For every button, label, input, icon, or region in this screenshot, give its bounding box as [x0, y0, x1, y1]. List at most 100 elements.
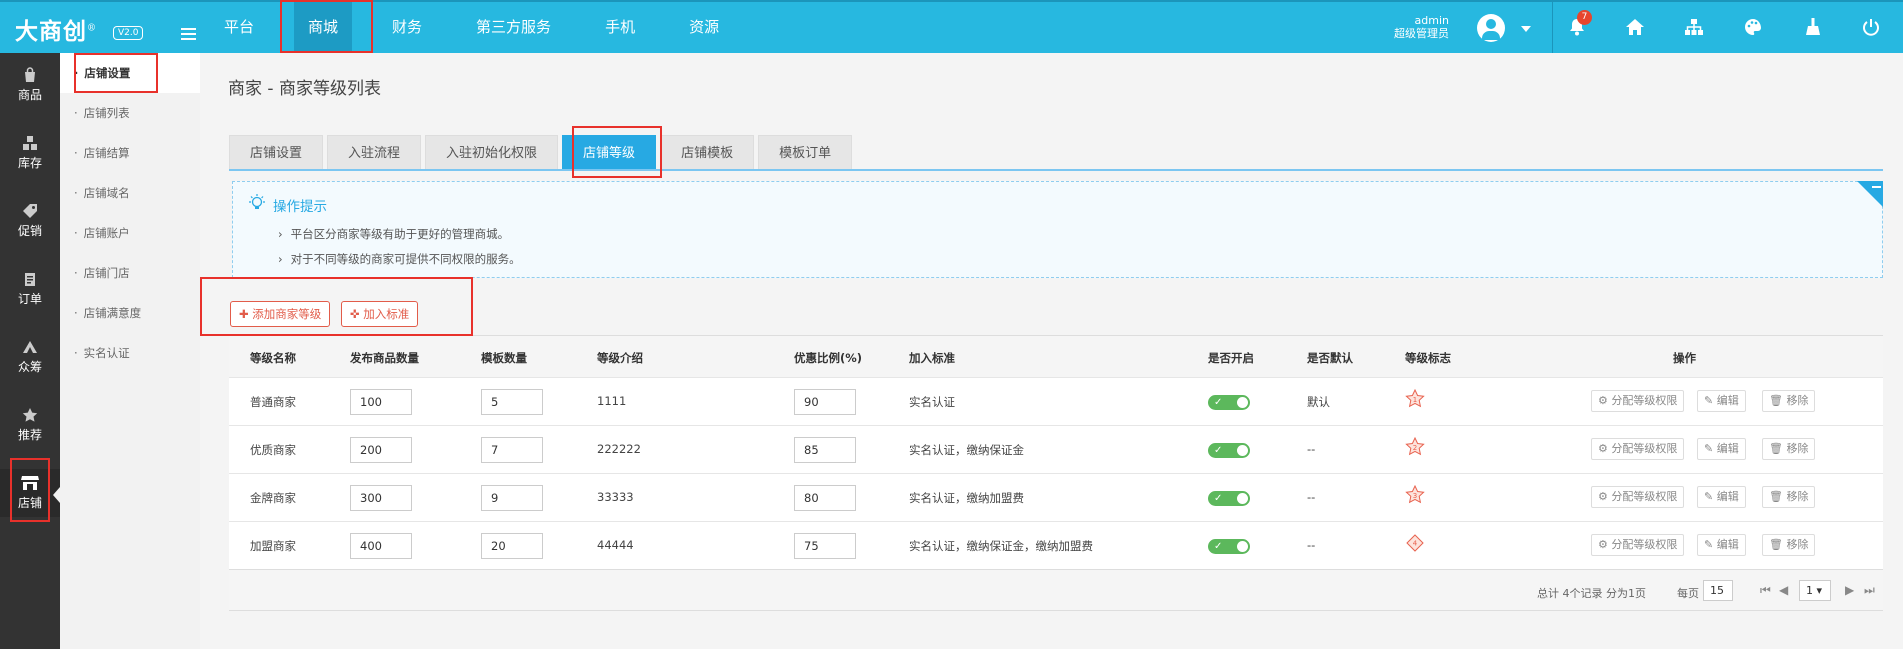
assign-permissions-button[interactable]: ⚙ 分配等级权限 — [1591, 486, 1685, 508]
menu-toggle-icon[interactable] — [181, 28, 196, 41]
edit-button[interactable]: ✎ 编辑 — [1697, 438, 1746, 460]
level-star-icon: 3 — [1405, 485, 1425, 504]
tips-title: 操作提示 — [273, 199, 327, 215]
discount-input[interactable]: 85 — [794, 437, 856, 463]
enabled-toggle[interactable] — [1208, 443, 1250, 458]
tip-item: 对于不同等级的商家可提供不同权限的服务。 — [278, 251, 521, 267]
submenu-store-account[interactable]: 店铺账户 — [60, 213, 200, 253]
nav-finance[interactable]: 财务 — [378, 2, 436, 53]
edit-icon: ✎ — [1704, 442, 1717, 455]
enabled-toggle[interactable] — [1208, 395, 1250, 410]
goods-count-input[interactable]: 400 — [350, 533, 412, 559]
template-count-input[interactable]: 7 — [481, 437, 543, 463]
assign-permissions-button[interactable]: ⚙ 分配等级权限 — [1591, 438, 1685, 460]
discount-input[interactable]: 75 — [794, 533, 856, 559]
page-title: 商家 - 商家等级列表 — [228, 79, 381, 99]
assign-permissions-button[interactable]: ⚙ 分配等级权限 — [1591, 390, 1685, 412]
notification-badge: 7 — [1577, 10, 1592, 25]
remove-button[interactable]: 🗑 移除 — [1762, 534, 1816, 556]
table-row: 金牌商家 300 9 33333 80 实名认证，缴纳加盟费 -- 3 ⚙ 分配… — [229, 473, 1883, 521]
submenu-store-satisfaction[interactable]: 店铺满意度 — [60, 293, 200, 333]
nav-platform[interactable]: 平台 — [210, 2, 268, 53]
remove-button[interactable]: 🗑 移除 — [1762, 390, 1816, 412]
tab-underline — [229, 169, 1883, 171]
goods-count-input[interactable]: 100 — [350, 389, 412, 415]
submenu-store-branch[interactable]: 店铺门店 — [60, 253, 200, 293]
prev-page-icon[interactable]: ◀ — [1779, 583, 1788, 597]
power-icon[interactable] — [1859, 15, 1883, 39]
table-footer: 总计 4个记录 分为1页 每页 15 ⏮ ◀ 1 ▾ ▶ ⏭ — [229, 569, 1883, 611]
sidebar-item-goods[interactable]: 商品 — [0, 61, 60, 109]
edit-button[interactable]: ✎ 编辑 — [1697, 486, 1746, 508]
submenu-store-settlement[interactable]: 店铺结算 — [60, 133, 200, 173]
discount-input[interactable]: 90 — [794, 389, 856, 415]
tips-panel: 操作提示 平台区分商家等级有助于更好的管理商城。 对于不同等级的商家可提供不同权… — [232, 181, 1883, 278]
nav-mobile[interactable]: 手机 — [591, 2, 649, 53]
chevron-down-icon[interactable] — [1521, 26, 1531, 32]
template-count-input[interactable]: 9 — [481, 485, 543, 511]
edit-button[interactable]: ✎ 编辑 — [1697, 390, 1746, 412]
tab-init-permissions[interactable]: 入驻初始化权限 — [425, 135, 559, 170]
sidebar-item-promotion[interactable]: 促销 — [0, 197, 60, 245]
sidebar-item-orders[interactable]: 订单 — [0, 265, 60, 313]
remove-button[interactable]: 🗑 移除 — [1762, 438, 1816, 460]
edit-button[interactable]: ✎ 编辑 — [1697, 534, 1746, 556]
first-page-icon[interactable]: ⏮ — [1760, 583, 1771, 598]
sitemap-icon[interactable] — [1682, 15, 1706, 39]
submenu-store-domain[interactable]: 店铺域名 — [60, 173, 200, 213]
template-count-input[interactable]: 20 — [481, 533, 543, 559]
col-badge: 等级标志 — [1405, 351, 1451, 365]
remove-button[interactable]: 🗑 移除 — [1762, 486, 1816, 508]
avatar[interactable] — [1477, 14, 1505, 42]
gear-icon: ⚙ — [1598, 394, 1612, 407]
enabled-toggle[interactable] — [1208, 539, 1250, 554]
page-select[interactable]: 1 ▾ — [1799, 580, 1831, 601]
cubes-icon — [23, 136, 37, 150]
tag-icon — [23, 204, 37, 218]
highlight-box — [10, 458, 50, 522]
collapse-tips-icon[interactable] — [1857, 181, 1883, 207]
logo[interactable]: 大商创® — [15, 12, 97, 46]
edit-icon: ✎ — [1704, 490, 1717, 503]
last-page-icon[interactable]: ⏭ — [1864, 583, 1875, 598]
discount-input[interactable]: 80 — [794, 485, 856, 511]
nav-third-party[interactable]: 第三方服务 — [462, 2, 565, 53]
col-level-name: 等级名称 — [250, 351, 296, 365]
next-page-icon[interactable]: ▶ — [1845, 583, 1854, 597]
per-page-input[interactable]: 15 — [1703, 580, 1733, 601]
sidebar-item-stock[interactable]: 库存 — [0, 129, 60, 177]
user-role: 超级管理员 — [1394, 27, 1449, 40]
sub-menu: 店铺设置 店铺列表 店铺结算 店铺域名 店铺账户 店铺门店 店铺满意度 实名认证 — [60, 53, 201, 649]
tab-store-settings[interactable]: 店铺设置 — [229, 135, 324, 170]
palette-icon[interactable] — [1741, 15, 1765, 39]
sidebar-item-crowdfunding[interactable]: 众筹 — [0, 333, 60, 381]
assign-permissions-button[interactable]: ⚙ 分配等级权限 — [1591, 534, 1685, 556]
level-intro: 33333 — [597, 490, 634, 504]
enabled-toggle[interactable] — [1208, 491, 1250, 506]
highlight-box — [200, 277, 473, 336]
broom-icon[interactable] — [1801, 15, 1825, 39]
trash-icon: 🗑 — [1769, 442, 1787, 455]
sidebar-item-recommend[interactable]: 推荐 — [0, 401, 60, 449]
tab-store-template[interactable]: 店铺模板 — [660, 135, 755, 170]
table-row: 普通商家 100 5 1111 90 实名认证 默认 1 ⚙ 分配等级权限 ✎ … — [229, 377, 1883, 425]
goods-count-input[interactable]: 200 — [350, 437, 412, 463]
home-icon[interactable] — [1623, 15, 1647, 39]
tab-template-orders[interactable]: 模板订单 — [758, 135, 853, 170]
gear-icon: ⚙ — [1598, 538, 1612, 551]
nav-resources[interactable]: 资源 — [675, 2, 733, 53]
goods-count-input[interactable]: 300 — [350, 485, 412, 511]
submenu-store-list[interactable]: 店铺列表 — [60, 93, 200, 133]
template-count-input[interactable]: 5 — [481, 389, 543, 415]
level-star-icon: 1 — [1405, 389, 1425, 408]
highlight-box — [280, 0, 373, 53]
user-info[interactable]: admin 超级管理员 — [1394, 14, 1449, 40]
edit-icon: ✎ — [1704, 394, 1717, 407]
svg-text:1: 1 — [1413, 396, 1417, 404]
level-intro: 1111 — [597, 394, 627, 408]
is-default: 默认 — [1307, 395, 1330, 409]
col-goods-count: 发布商品数量 — [350, 351, 419, 365]
tip-item: 平台区分商家等级有助于更好的管理商城。 — [278, 226, 510, 242]
tab-join-process[interactable]: 入驻流程 — [327, 135, 422, 170]
submenu-real-name[interactable]: 实名认证 — [60, 333, 200, 373]
